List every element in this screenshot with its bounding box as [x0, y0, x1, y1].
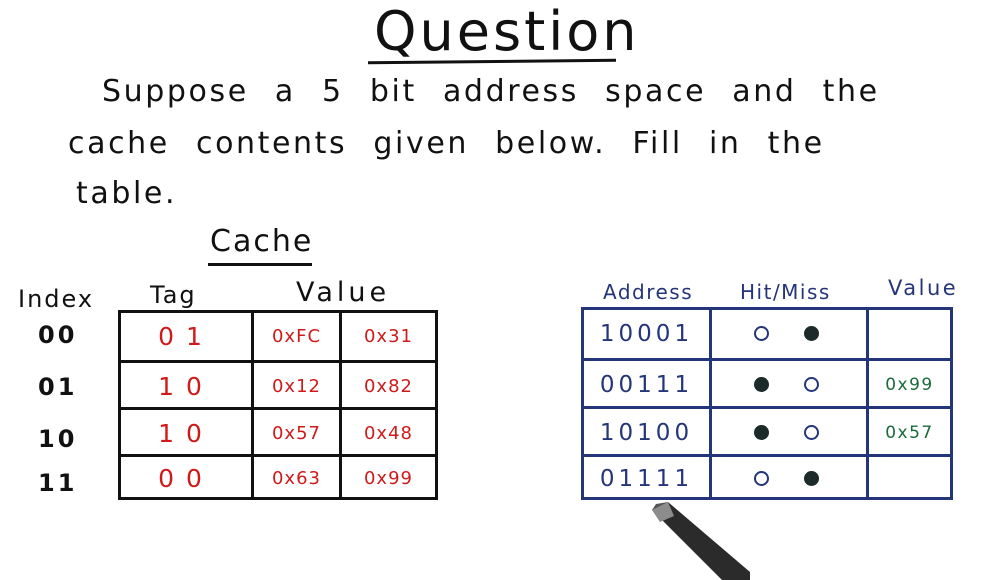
pen-icon — [652, 502, 750, 580]
cache-tag-cell: 01 — [158, 322, 214, 351]
page-title: Question — [374, 0, 640, 63]
cache-value-cell: 0x31 — [363, 326, 413, 347]
hit-option-circle[interactable] — [754, 377, 769, 392]
cache-index-label: 11 — [38, 469, 78, 497]
cache-value-cell: 0xFC — [271, 326, 322, 347]
hit-miss-cell — [712, 361, 866, 409]
address-cell: 10001 — [599, 321, 694, 347]
cache-value-cell: 0x57 — [271, 423, 321, 444]
cache-value-cell: 0x48 — [363, 423, 413, 444]
cache-index-label: 00 — [38, 321, 78, 349]
question-row: 00111 0x99 — [584, 358, 950, 409]
cache-value-cell: 0x99 — [363, 468, 413, 489]
miss-option-circle[interactable] — [804, 377, 819, 392]
hit-option-circle[interactable] — [754, 470, 769, 486]
cache-header-index: Index — [18, 285, 95, 313]
cache-title-underline — [208, 263, 312, 266]
cache-value-cell: 0x63 — [271, 468, 321, 489]
value-answer-cell[interactable]: 0x57 — [869, 409, 950, 457]
cache-title: Cache — [210, 224, 314, 259]
address-cell: 01111 — [599, 465, 694, 492]
cache-index-label: 01 — [38, 373, 78, 401]
question-header-value: Value — [888, 276, 959, 300]
cache-row: 10 0x12 0x82 — [121, 360, 435, 410]
question-table: 10001 00111 0x99 10100 0x57 01111 — [581, 307, 953, 500]
cache-tag-cell: 10 — [158, 372, 214, 401]
cache-header-value: Value — [296, 277, 391, 308]
hit-option-circle[interactable] — [754, 326, 769, 341]
cache-value-cell: 0x82 — [363, 376, 413, 397]
value-answer-cell[interactable]: 0x99 — [869, 361, 950, 409]
question-row: 01111 — [584, 454, 950, 500]
cache-row: 00 0x63 0x99 — [121, 454, 435, 500]
question-row: 10100 0x57 — [584, 406, 950, 457]
question-line-1: Suppose a 5 bit address space and the — [102, 74, 880, 109]
question-header-address: Address — [603, 280, 694, 304]
cache-table: 01 0xFC 0x31 10 0x12 0x82 10 0x57 0x48 0… — [118, 310, 438, 500]
miss-option-circle[interactable] — [804, 425, 819, 440]
cache-value-cell: 0x12 — [271, 376, 321, 397]
cache-tag-cell: 00 — [158, 464, 214, 493]
cache-row: 10 0x57 0x48 — [121, 407, 435, 457]
cache-row: 01 0xFC 0x31 — [121, 313, 435, 360]
value-answer-cell[interactable] — [869, 457, 950, 500]
miss-option-circle[interactable] — [804, 470, 819, 486]
hit-miss-cell — [712, 310, 866, 358]
miss-option-circle[interactable] — [804, 326, 819, 341]
value-answer-cell[interactable] — [869, 310, 950, 358]
address-cell: 10100 — [599, 420, 694, 446]
cache-index-label: 10 — [38, 425, 78, 453]
cache-header-tag: Tag — [150, 281, 197, 309]
address-cell: 00111 — [599, 372, 694, 398]
hit-option-circle[interactable] — [754, 425, 769, 440]
hit-miss-cell — [712, 457, 866, 500]
hit-miss-cell — [712, 409, 866, 457]
question-row: 10001 — [584, 310, 950, 358]
question-header-hit-miss: Hit/Miss — [740, 280, 831, 304]
cache-tag-cell: 10 — [158, 419, 214, 448]
question-line-2: cache contents given below. Fill in the — [68, 126, 825, 161]
question-line-3: table. — [76, 176, 178, 211]
